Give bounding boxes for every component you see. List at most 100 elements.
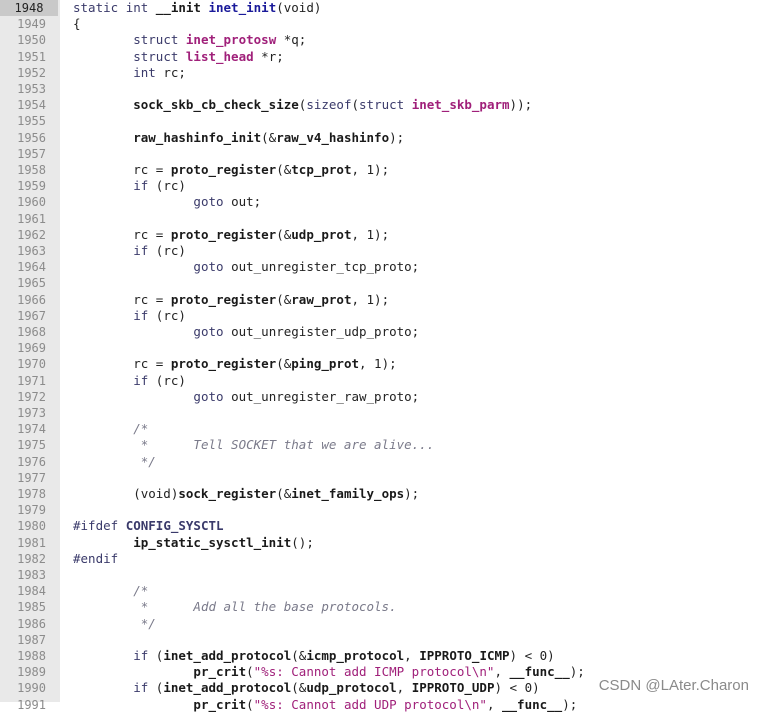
code-line[interactable]: 1963 if (rc) xyxy=(0,243,763,259)
code-token: , 1); xyxy=(359,356,397,372)
code-line[interactable]: 1972 goto out_unregister_raw_proto; xyxy=(0,389,763,405)
code-line[interactable]: 1958 rc = proto_register(&tcp_prot, 1); xyxy=(0,162,763,178)
line-number: 1988 xyxy=(17,649,46,663)
code-line[interactable]: 1978 (void)sock_register(&inet_family_op… xyxy=(0,486,763,502)
code-token: int xyxy=(133,64,164,80)
code-token: ); xyxy=(569,664,585,680)
code-text: goto out; xyxy=(73,194,261,210)
code-line[interactable]: 1973 xyxy=(0,405,763,421)
code-line[interactable]: 1982 #endif xyxy=(0,551,763,567)
code-line[interactable]: 1985 * Add all the base protocols. xyxy=(0,599,763,615)
code-line[interactable]: 1954 sock_skb_cb_check_size(sizeof(struc… xyxy=(0,97,763,113)
code-line[interactable]: 1966 rc = proto_register(&raw_prot, 1); xyxy=(0,292,763,308)
code-text: /* xyxy=(73,421,148,437)
code-token: inet_protosw xyxy=(185,32,284,48)
code-line[interactable]: 1951 struct list_head *r; xyxy=(0,49,763,65)
code-token: (rc) xyxy=(155,178,186,194)
code-token: icmp_protocol xyxy=(306,648,405,663)
code-line[interactable]: 1977 xyxy=(0,470,763,486)
code-line[interactable]: 1971 if (rc) xyxy=(0,373,763,389)
code-line[interactable]: 1969 xyxy=(0,340,763,356)
code-token: inet_skb_parm xyxy=(411,97,510,113)
code-line[interactable]: 1953 xyxy=(0,81,763,97)
code-token: (& xyxy=(291,680,307,696)
code-line[interactable]: 1959 if (rc) xyxy=(0,178,763,194)
code-token: raw_hashinfo_init xyxy=(133,129,262,145)
code-line[interactable]: 1962 rc = proto_register(&udp_prot, 1); xyxy=(0,227,763,243)
code-token: ); xyxy=(562,696,578,712)
line-number: 1956 xyxy=(17,130,46,145)
code-token: __func__ xyxy=(502,696,563,712)
code-token: __func__ xyxy=(509,664,570,680)
code-line[interactable]: 1988 if (inet_add_protocol(&icmp_protoco… xyxy=(0,648,763,664)
code-token: , 1); xyxy=(351,162,390,177)
code-token: (& xyxy=(276,356,292,372)
code-text: (void)sock_register(&inet_family_ops); xyxy=(73,486,419,502)
code-text: */ xyxy=(73,616,156,632)
code-line[interactable]: 1981 ip_static_sysctl_init(); xyxy=(0,535,763,551)
code-token: rc = xyxy=(73,356,171,372)
code-token: ( xyxy=(246,664,254,680)
code-token: proto_register xyxy=(170,356,277,372)
code-token: ip_static_sysctl_init xyxy=(133,534,292,550)
line-number: 1985 xyxy=(17,600,46,615)
code-line[interactable]: 1967 if (rc) xyxy=(0,308,763,324)
code-text: pr_crit("%s: Cannot add UDP protocol\n",… xyxy=(73,697,577,713)
code-line[interactable]: 1983 xyxy=(0,567,763,583)
code-line[interactable]: 1980 #ifdef CONFIG_SYSCTL xyxy=(0,518,763,534)
code-line[interactable]: 1987 xyxy=(0,632,763,648)
code-line[interactable]: 1957 xyxy=(0,146,763,162)
code-text: { xyxy=(73,16,81,32)
code-line[interactable]: 1949 { xyxy=(0,16,763,32)
code-text: rc = proto_register(&tcp_prot, 1); xyxy=(73,162,389,178)
code-line[interactable]: 1984 /* xyxy=(0,583,763,599)
line-number: 1984 xyxy=(17,584,46,599)
code-token: inet_init xyxy=(208,0,277,15)
code-text: struct list_head *r; xyxy=(73,49,284,65)
code-line[interactable]: 1975 * Tell SOCKET that we are alive... xyxy=(0,437,763,453)
code-line[interactable]: 1961 xyxy=(0,211,763,227)
code-text: struct inet_protosw *q; xyxy=(73,32,306,48)
code-token: */ xyxy=(140,453,156,469)
code-token: raw_v4_hashinfo xyxy=(276,129,390,145)
code-line[interactable]: 1952 int rc; xyxy=(0,65,763,81)
line-number: 1991 xyxy=(17,697,46,712)
code-line[interactable]: 1976 */ xyxy=(0,454,763,470)
code-text: sock_skb_cb_check_size(sizeof(struct ine… xyxy=(73,97,532,113)
code-text: if (rc) xyxy=(73,308,186,324)
code-token: (& xyxy=(276,291,292,307)
code-token: { xyxy=(73,16,81,32)
line-number: 1977 xyxy=(17,470,46,485)
code-editor[interactable]: 1948 static int __init inet_init(void) 194… xyxy=(0,0,763,712)
code-line[interactable]: 1948 static int __init inet_init(void) xyxy=(0,0,763,17)
code-line[interactable]: 1960 goto out; xyxy=(0,194,763,210)
code-token: out_unregister_tcp_proto; xyxy=(231,259,420,275)
code-line[interactable]: 1955 xyxy=(0,113,763,129)
line-number: 1980 xyxy=(17,519,46,534)
code-line[interactable]: 1991 pr_crit("%s: Cannot add UDP protoco… xyxy=(0,697,763,713)
code-line[interactable]: 1986 */ xyxy=(0,616,763,632)
line-number: 1979 xyxy=(17,503,46,518)
code-token: /* xyxy=(133,421,149,437)
code-token: pr_crit xyxy=(193,664,247,680)
code-line[interactable]: 1968 goto out_unregister_udp_proto; xyxy=(0,324,763,340)
code-token: ) < 0) xyxy=(494,680,540,696)
code-token: __init xyxy=(155,0,209,15)
code-line[interactable]: 1974 /* xyxy=(0,421,763,437)
code-line[interactable]: 1979 xyxy=(0,502,763,518)
line-number: 1962 xyxy=(17,227,46,242)
code-line[interactable]: 1956 raw_hashinfo_init(&raw_v4_hashinfo)… xyxy=(0,130,763,146)
code-token: /* xyxy=(133,583,149,599)
code-line[interactable]: 1965 xyxy=(0,275,763,291)
line-number: 1978 xyxy=(17,487,46,501)
code-line[interactable]: 1950 struct inet_protosw *q; xyxy=(0,32,763,48)
code-line[interactable]: 1970 rc = proto_register(&ping_prot, 1); xyxy=(0,356,763,372)
code-line[interactable]: 1964 goto out_unregister_tcp_proto; xyxy=(0,259,763,275)
code-token: ); xyxy=(404,486,420,501)
